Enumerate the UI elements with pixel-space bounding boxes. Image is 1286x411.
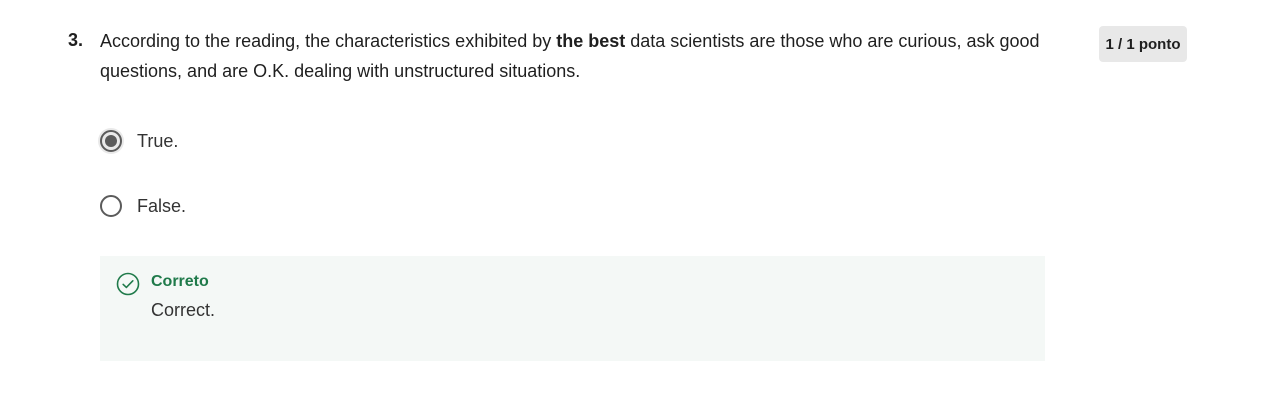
- radio-unselected-icon: [100, 195, 122, 217]
- radio-true[interactable]: [98, 128, 124, 154]
- answer-options: True. False.: [98, 124, 186, 254]
- option-false-label: False.: [137, 195, 187, 216]
- radio-selected-icon: [100, 130, 122, 152]
- option-true-label: True.: [137, 130, 179, 151]
- feedback-message: Correct.: [151, 300, 216, 320]
- points-badge: 1 / 1 ponto: [1099, 26, 1187, 62]
- feedback-status: Correto: [151, 273, 209, 290]
- question-number: 3.: [68, 30, 84, 50]
- check-circle-icon: [116, 272, 140, 296]
- feedback-panel: Correto Correct.: [100, 256, 1045, 361]
- option-false[interactable]: False.: [98, 189, 186, 223]
- question-text-start: According to the reading, the characteri…: [100, 31, 557, 51]
- radio-false[interactable]: [98, 193, 124, 219]
- option-true[interactable]: True.: [98, 124, 186, 158]
- question-text-bold: the best: [556, 31, 626, 51]
- question-text: According to the reading, the characteri…: [100, 26, 1040, 86]
